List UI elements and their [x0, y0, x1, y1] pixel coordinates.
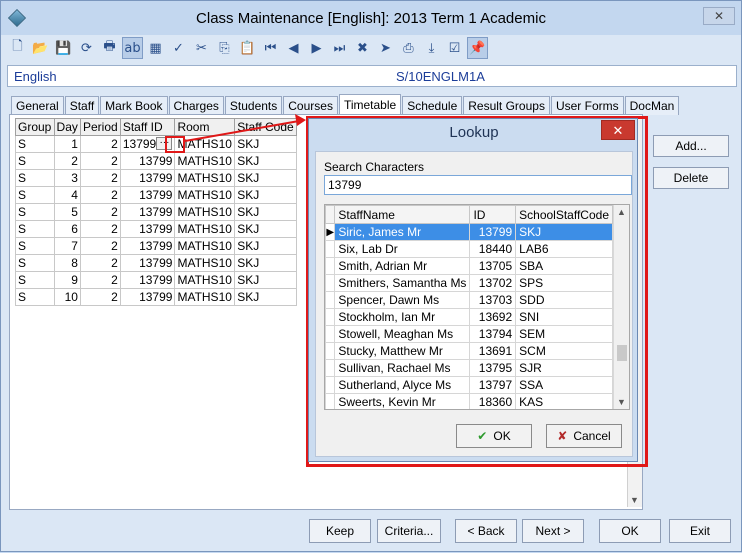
staff-code-cell[interactable]: LAB6: [515, 240, 613, 258]
lookup-row[interactable]: Stockholm, Ian Mr 13692 SNI: [325, 308, 613, 326]
staff-name-cell[interactable]: Siric, James Mr: [334, 223, 471, 241]
row-indicator: [325, 308, 336, 326]
lookup-cancel-button[interactable]: ✘ Cancel: [546, 424, 622, 448]
lookup-ok-label: OK: [493, 429, 511, 443]
row-indicator: [325, 240, 336, 258]
lookup-row[interactable]: Sutherland, Alyce Ms 13797 SSA: [325, 376, 613, 394]
staff-name-cell[interactable]: Stucky, Matthew Mr: [334, 342, 471, 360]
lookup-row[interactable]: Stucky, Matthew Mr 13691 SCM: [325, 342, 613, 360]
staff-id-cell[interactable]: 18440: [469, 240, 517, 258]
staff-code-cell[interactable]: SEM: [515, 325, 613, 343]
lookup-title: Lookup: [449, 124, 499, 141]
staff-id-cell[interactable]: 18360: [469, 393, 517, 409]
lookup-row[interactable]: Stowell, Meaghan Ms 13794 SEM: [325, 325, 613, 343]
lookup-row[interactable]: Six, Lab Dr 18440 LAB6: [325, 240, 613, 258]
current-row-arrow-icon: ▶: [325, 223, 336, 241]
back-button[interactable]: < Back: [455, 519, 517, 543]
lookup-cancel-label: Cancel: [573, 429, 611, 443]
lookup-row[interactable]: Smithers, Samantha Ms 13702 SPS: [325, 274, 613, 292]
scroll-thumb[interactable]: [617, 345, 627, 361]
staff-code-cell[interactable]: SPS: [515, 274, 613, 292]
search-characters-input[interactable]: [324, 175, 632, 195]
lookup-row[interactable]: Sullivan, Rachael Ms 13795 SJR: [325, 359, 613, 377]
staff-id-cell[interactable]: 13705: [469, 257, 517, 275]
staff-id-cell[interactable]: 13799: [469, 223, 517, 241]
staff-name-cell[interactable]: Smith, Adrian Mr: [334, 257, 471, 275]
lookup-row[interactable]: Smith, Adrian Mr 13705 SBA: [325, 257, 613, 275]
staff-code-cell[interactable]: SJR: [515, 359, 613, 377]
keep-button[interactable]: Keep: [309, 519, 371, 543]
ok-button[interactable]: OK: [599, 519, 661, 543]
row-indicator: [325, 359, 336, 377]
row-indicator: [325, 393, 336, 409]
delete-button[interactable]: Delete: [653, 167, 729, 189]
class-maintenance-window: Class Maintenance [English]: 2013 Term 1…: [0, 0, 742, 552]
staff-name-cell[interactable]: Six, Lab Dr: [334, 240, 471, 258]
lookup-ok-button[interactable]: ✔ OK: [456, 424, 532, 448]
staff-code-cell[interactable]: KAS: [515, 393, 613, 409]
lookup-body: Search Characters StaffNameIDSchoolStaff…: [315, 151, 633, 457]
staff-id-cell[interactable]: 13797: [469, 376, 517, 394]
criteria-button[interactable]: Criteria...: [377, 519, 441, 543]
staff-id-cell[interactable]: 13794: [469, 325, 517, 343]
staff-code-cell[interactable]: SNI: [515, 308, 613, 326]
lookup-column-header[interactable]: SchoolStaffCode: [515, 205, 613, 224]
next-button[interactable]: Next >: [522, 519, 584, 543]
staff-name-cell[interactable]: Spencer, Dawn Ms: [334, 291, 471, 309]
row-indicator: [325, 342, 336, 360]
scroll-down-icon[interactable]: ▼: [630, 495, 639, 505]
staff-id-cell[interactable]: 13795: [469, 359, 517, 377]
row-indicator-header: [325, 205, 336, 224]
staff-id-cell[interactable]: 13691: [469, 342, 517, 360]
row-indicator: [325, 274, 336, 292]
row-indicator: [325, 376, 336, 394]
lookup-row[interactable]: Spencer, Dawn Ms 13703 SDD: [325, 291, 613, 309]
lookup-close-button[interactable]: ✕: [601, 120, 635, 140]
staff-name-cell[interactable]: Sutherland, Alyce Ms: [334, 376, 471, 394]
scroll-up-icon[interactable]: ▲: [617, 207, 626, 217]
lookup-column-header[interactable]: ID: [469, 205, 517, 224]
staff-id-cell[interactable]: 13692: [469, 308, 517, 326]
staff-name-cell[interactable]: Sullivan, Rachael Ms: [334, 359, 471, 377]
staff-code-cell[interactable]: SBA: [515, 257, 613, 275]
scroll-down-icon[interactable]: ▼: [617, 397, 626, 407]
staff-code-cell[interactable]: SDD: [515, 291, 613, 309]
lookup-row[interactable]: ▶ Siric, James Mr 13799 SKJ: [325, 223, 613, 241]
staff-code-cell[interactable]: SKJ: [515, 223, 613, 241]
staff-id-cell[interactable]: 13703: [469, 291, 517, 309]
staff-name-cell[interactable]: Stockholm, Ian Mr: [334, 308, 471, 326]
lookup-results-grid: StaffName ID SchoolStaffCode ▶ Siric, James…: [324, 204, 630, 410]
add-button[interactable]: Add...: [653, 135, 729, 157]
exit-button[interactable]: Exit: [669, 519, 731, 543]
row-indicator: [325, 325, 336, 343]
lookup-row[interactable]: Sweerts, Kevin Mr 18360 KAS: [325, 393, 613, 409]
staff-name-cell[interactable]: Sweerts, Kevin Mr: [334, 393, 471, 409]
lookup-column-header[interactable]: StaffName: [334, 205, 471, 224]
staff-code-cell[interactable]: SCM: [515, 342, 613, 360]
staff-name-cell[interactable]: Stowell, Meaghan Ms: [334, 325, 471, 343]
staff-name-cell[interactable]: Smithers, Samantha Ms: [334, 274, 471, 292]
cross-icon: ✘: [557, 429, 568, 443]
search-characters-label: Search Characters: [324, 160, 425, 174]
lookup-scrollbar[interactable]: ▲ ▼: [613, 205, 629, 409]
staff-code-cell[interactable]: SSA: [515, 376, 613, 394]
checkmark-icon: ✔: [477, 429, 488, 443]
staff-id-cell[interactable]: 13702: [469, 274, 517, 292]
lookup-dialog: Lookup ✕ Search Characters StaffNameIDSc…: [308, 118, 638, 462]
row-indicator: [325, 291, 336, 309]
row-indicator: [325, 257, 336, 275]
